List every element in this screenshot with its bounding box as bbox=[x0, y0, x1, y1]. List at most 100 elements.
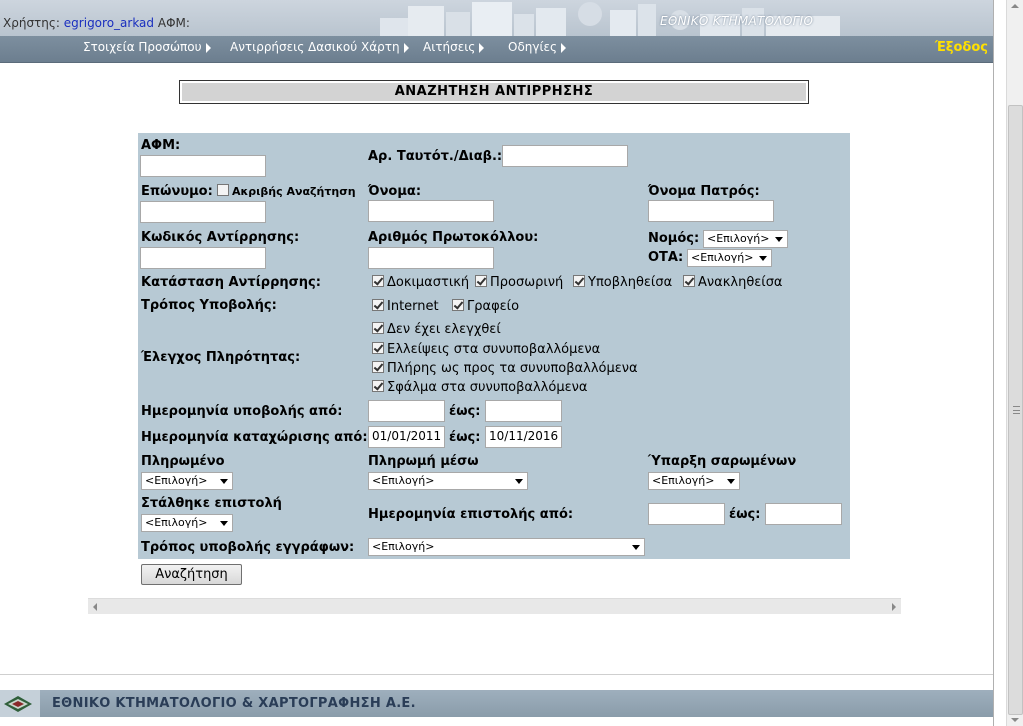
completeness-option-label: Πλήρης ως προς τα συνυποβαλλόμενα bbox=[387, 361, 638, 376]
objection-status-label: Κατάσταση Αντίρρησης: bbox=[141, 275, 321, 290]
completeness-option-complete[interactable]: Πλήρης ως προς τα συνυποβαλλόμενα bbox=[372, 361, 638, 376]
header-banner: Χρήστης: egrigoro_arkad ΑΦΜ: ΕΘΝΙΚΟ ΚΤΗΜ… bbox=[0, 0, 994, 36]
footer-logo bbox=[0, 690, 40, 717]
search-button[interactable]: Αναζήτηση bbox=[141, 564, 242, 585]
docs-submission-method-select[interactable]: <Επιλογή> bbox=[368, 538, 645, 556]
id-number-input[interactable] bbox=[502, 145, 628, 167]
horizontal-scrollbar[interactable] bbox=[88, 598, 901, 614]
submenu-arrow-icon bbox=[205, 42, 211, 53]
logout-link[interactable]: Έξοδος bbox=[935, 40, 988, 55]
exact-search-checkbox[interactable] bbox=[216, 184, 229, 196]
window-frame bbox=[993, 0, 1006, 726]
checkbox[interactable] bbox=[683, 275, 695, 287]
chevron-down-icon bbox=[727, 479, 735, 484]
father-name-input[interactable] bbox=[648, 200, 774, 222]
nav-item-label: Αντιρρήσεις Δασικού Χάρτη bbox=[230, 40, 400, 54]
chevron-down-icon bbox=[220, 521, 228, 526]
submission-date-to-input[interactable] bbox=[485, 400, 562, 422]
letter-sent-select[interactable]: <Επιλογή> bbox=[141, 514, 233, 532]
protocol-number-input[interactable] bbox=[368, 247, 494, 269]
nav-item-instructions[interactable]: Οδηγίες bbox=[508, 40, 567, 54]
vertical-scrollbar[interactable] bbox=[1006, 0, 1023, 726]
completeness-option-label: Δεν έχει ελεγχθεί bbox=[387, 322, 501, 337]
submission-option-office[interactable]: Γραφείο bbox=[452, 299, 519, 314]
checkbox[interactable] bbox=[452, 299, 464, 311]
nomos-label: Νομός: bbox=[648, 231, 700, 246]
status-option-provisional[interactable]: Προσωρινή bbox=[475, 275, 563, 290]
submission-date-from-label: Ημερομηνία υποβολής από: bbox=[141, 404, 343, 419]
letter-date-to-input[interactable] bbox=[765, 503, 842, 525]
main-nav: Στοιχεία Προσώπου Αντιρρήσεις Δασικού Χά… bbox=[0, 36, 994, 63]
nav-item-personal-details[interactable]: Στοιχεία Προσώπου bbox=[83, 40, 211, 54]
letter-sent-label: Στάλθηκε επιστολή bbox=[141, 496, 282, 511]
completeness-option-deficiencies[interactable]: Ελλείψεις στα συνυποβαλλόμενα bbox=[372, 342, 600, 357]
chevron-down-icon bbox=[515, 479, 523, 484]
username[interactable]: egrigoro_arkad bbox=[64, 16, 154, 30]
scrollbar-thumb[interactable] bbox=[1008, 105, 1023, 715]
payment-via-select[interactable]: <Επιλογή> bbox=[368, 472, 528, 490]
checkbox[interactable] bbox=[372, 380, 384, 392]
checkbox[interactable] bbox=[372, 299, 384, 311]
user-label: Χρήστης: bbox=[3, 16, 60, 30]
id-number-label: Αρ. Ταυτότ./Διαβ.: bbox=[368, 149, 503, 164]
ota-select[interactable]: <Επιλογή> bbox=[687, 249, 772, 267]
grip-icon bbox=[1013, 406, 1020, 414]
footer-company-name: ΕΘΝΙΚΟ ΚΤΗΜΑΤΟΛΟΓΙΟ & ΧΑΡΤΟΓΡΑΦΗΣΗ Α.Ε. bbox=[52, 696, 416, 711]
submission-date-from-input[interactable] bbox=[368, 400, 445, 422]
submenu-arrow-icon bbox=[561, 42, 567, 53]
paid-label: Πληρωμένο bbox=[141, 454, 225, 469]
exact-search-label: Ακριβής Αναζήτηση bbox=[231, 185, 356, 198]
registration-date-to-label: έως: bbox=[449, 430, 481, 445]
completeness-option-not-checked[interactable]: Δεν έχει ελεγχθεί bbox=[372, 322, 501, 337]
scroll-left-icon[interactable] bbox=[93, 603, 97, 611]
nomos-select-value: <Επιλογή> bbox=[707, 232, 770, 245]
chevron-down-icon bbox=[632, 545, 640, 550]
status-option-revoked[interactable]: Ανακληθείσα bbox=[683, 275, 783, 290]
checkbox[interactable] bbox=[372, 361, 384, 373]
ota-select-value: <Επιλογή> bbox=[691, 251, 754, 264]
checkbox[interactable] bbox=[372, 322, 384, 334]
payment-via-label: Πληρωμή μέσω bbox=[368, 454, 479, 469]
checkbox[interactable] bbox=[475, 275, 487, 287]
father-name-label: Όνομα Πατρός: bbox=[648, 184, 760, 199]
registration-date-to-input[interactable]: 10/11/2016 bbox=[485, 426, 562, 448]
checkbox[interactable] bbox=[372, 342, 384, 354]
submission-method-label: Τρόπος Υποβολής: bbox=[141, 298, 277, 313]
completeness-check-label: Έλεγχος Πληρότητας: bbox=[141, 350, 301, 365]
paid-select[interactable]: <Επιλογή> bbox=[141, 472, 233, 490]
scroll-down-icon[interactable] bbox=[1011, 718, 1019, 722]
nav-item-applications[interactable]: Αιτήσεις bbox=[423, 40, 485, 54]
surname-label-group: Επώνυμο: Ακριβής Αναζήτηση bbox=[141, 184, 356, 199]
scanned-docs-select[interactable]: <Επιλογή> bbox=[648, 472, 740, 490]
scroll-right-icon[interactable] bbox=[892, 603, 896, 611]
objection-code-input[interactable] bbox=[140, 247, 266, 269]
submission-date-to-label: έως: bbox=[449, 404, 481, 419]
scanned-docs-label: Ύπαρξη σαρωμένων bbox=[648, 454, 797, 469]
nav-item-label: Οδηγίες bbox=[508, 40, 558, 54]
submenu-arrow-icon bbox=[403, 42, 409, 53]
docs-submission-method-label: Τρόπος υποβολής εγγράφων: bbox=[141, 540, 355, 555]
footer-bar: ΕΘΝΙΚΟ ΚΤΗΜΑΤΟΛΟΓΙΟ & ΧΑΡΤΟΓΡΑΦΗΣΗ Α.Ε. bbox=[0, 690, 994, 717]
checkbox[interactable] bbox=[573, 275, 585, 287]
surname-input[interactable] bbox=[140, 201, 266, 223]
status-option-label: Προσωρινή bbox=[490, 275, 564, 290]
status-option-submitted[interactable]: Υποβληθείσα bbox=[573, 275, 672, 290]
user-info: Χρήστης: egrigoro_arkad ΑΦΜ: bbox=[3, 16, 190, 30]
submission-option-internet[interactable]: Internet bbox=[372, 299, 439, 314]
nav-item-label: Στοιχεία Προσώπου bbox=[83, 40, 202, 54]
letter-date-from-input[interactable] bbox=[648, 503, 725, 525]
chevron-down-icon bbox=[220, 479, 228, 484]
status-option-trial[interactable]: Δοκιμαστική bbox=[372, 275, 469, 290]
afm-input[interactable] bbox=[140, 155, 266, 177]
submission-option-label: Internet bbox=[387, 299, 439, 314]
checkbox[interactable] bbox=[372, 275, 384, 287]
protocol-number-label: Αριθμός Πρωτοκόλλου: bbox=[368, 230, 539, 245]
nav-item-forest-map-objections[interactable]: Αντιρρήσεις Δασικού Χάρτη bbox=[230, 40, 409, 54]
nomos-select[interactable]: <Επιλογή> bbox=[703, 230, 788, 248]
payment-via-select-value: <Επιλογή> bbox=[372, 474, 435, 487]
ota-label: ΟΤΑ: bbox=[648, 250, 684, 265]
completeness-option-error[interactable]: Σφάλμα στα συνυποβαλλόμενα bbox=[372, 380, 587, 395]
scroll-up-icon[interactable] bbox=[1011, 4, 1019, 8]
first-name-input[interactable] bbox=[368, 200, 494, 222]
registration-date-from-input[interactable]: 01/01/2011 bbox=[368, 426, 445, 448]
